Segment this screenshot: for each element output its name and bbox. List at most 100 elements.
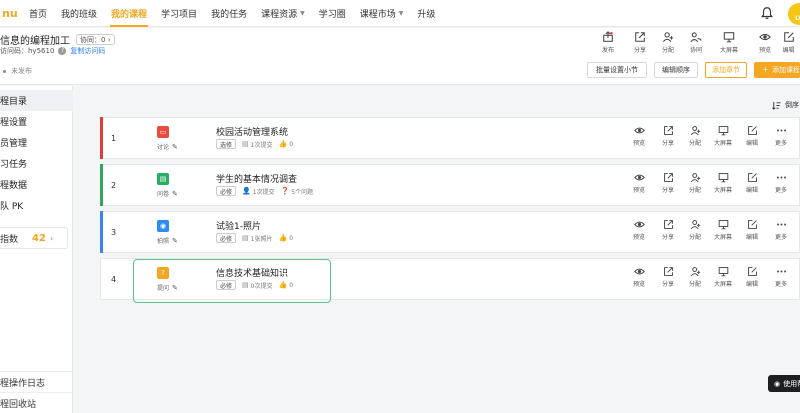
required-badge: 必修 bbox=[216, 233, 237, 243]
card-share-tool[interactable]: 分享 bbox=[654, 266, 682, 288]
card-assign-tool[interactable]: 分配 bbox=[681, 172, 709, 194]
edit-tool[interactable]: 编辑 bbox=[777, 31, 800, 54]
share-tool[interactable]: 分享 bbox=[625, 31, 655, 54]
course-index-card[interactable]: 课程指数 42 › bbox=[0, 227, 68, 249]
card-share-tool[interactable]: 分享 bbox=[654, 125, 682, 147]
card-preview-tool[interactable]: 预览 bbox=[625, 266, 653, 288]
card-edit-tool[interactable]: 编辑 bbox=[738, 266, 766, 288]
copy-access-code-link[interactable]: 复制访问码 bbox=[70, 46, 105, 56]
card-preview-tool[interactable]: 预览 bbox=[625, 219, 653, 241]
batch-settings-button[interactable]: 批量设置小节 bbox=[587, 62, 647, 78]
bell-icon[interactable] bbox=[760, 6, 774, 20]
eye-icon bbox=[625, 172, 653, 183]
share-icon bbox=[654, 172, 682, 183]
card-share-tool[interactable]: 分享 bbox=[654, 219, 682, 241]
more-icon bbox=[767, 266, 795, 277]
nav-home[interactable]: 首页 bbox=[22, 0, 54, 27]
edit-icon bbox=[738, 266, 766, 277]
card-number: 4 bbox=[111, 275, 117, 284]
sidebar-item-tasks[interactable]: 学习任务 bbox=[0, 153, 73, 174]
card-assign-tool[interactable]: 分配 bbox=[681, 219, 709, 241]
card-more-tool[interactable]: 更多 bbox=[767, 219, 795, 241]
questionnaire-icon: ▤ bbox=[157, 173, 169, 185]
card-more-tool[interactable]: 更多 bbox=[767, 266, 795, 288]
assign-tool[interactable]: 分配 bbox=[653, 31, 683, 54]
preview-tool[interactable]: 预览 bbox=[750, 31, 780, 54]
card-preview-tool[interactable]: 预览 bbox=[625, 125, 653, 147]
card-number: 3 bbox=[111, 228, 117, 237]
collab-pill[interactable]: 协同：0 › bbox=[76, 34, 115, 45]
edit-order-button[interactable]: 编辑顺序 bbox=[654, 62, 698, 78]
activity-title[interactable]: 学生的基本情况调查 bbox=[216, 172, 297, 185]
pencil-icon[interactable]: ✎ bbox=[172, 237, 178, 245]
card-big-screen-tool[interactable]: 大屏幕 bbox=[709, 266, 737, 288]
nav-course-resources[interactable]: 课程资源 ▼ bbox=[254, 0, 312, 27]
pencil-icon[interactable]: ✎ bbox=[172, 143, 178, 151]
nav-learning-circle[interactable]: 学习圈 bbox=[312, 0, 353, 27]
sidebar-item-team-pk[interactable]: 团队 PK bbox=[0, 195, 73, 216]
add-chapter-button[interactable]: 添加章节 bbox=[705, 62, 747, 78]
card-big-screen-tool[interactable]: 大屏幕 bbox=[709, 172, 737, 194]
thumbs-up-icon: 👍 bbox=[278, 140, 288, 148]
card-big-screen-tool[interactable]: 大屏幕 bbox=[709, 219, 737, 241]
sidebar-item-data[interactable]: 课程数据 bbox=[0, 174, 73, 195]
sidebar-item-catalog[interactable]: 课程目录 bbox=[0, 90, 73, 111]
course-title: 信息的编程加工 协同：0 › bbox=[0, 32, 115, 47]
eye-icon bbox=[625, 219, 653, 230]
activity-title[interactable]: 校园活动管理系统 bbox=[216, 125, 288, 138]
sidebar-item-recycle-bin[interactable]: 课程回收站 bbox=[0, 392, 73, 413]
monitor-icon bbox=[709, 266, 737, 277]
card-assign-tool[interactable]: 分配 bbox=[681, 266, 709, 288]
activity-type-label: 问卷 ✎ bbox=[157, 189, 178, 199]
card-more-tool[interactable]: 更多 bbox=[767, 125, 795, 147]
nav-upgrade[interactable]: 升级 bbox=[410, 0, 442, 27]
card-tools: 预览 分享 分配 大屏幕 编辑 更多 bbox=[625, 266, 800, 294]
activity-title[interactable]: 试验1-照片 bbox=[216, 219, 261, 232]
access-code-row: 访问码：hy5610 ? 复制访问码 bbox=[0, 46, 106, 56]
top-nav: nu 首页 我的班级 我的课程 学习项目 我的任务 课程资源 ▼ 学习圈 课程市场… bbox=[0, 0, 800, 27]
card-edit-tool[interactable]: 编辑 bbox=[738, 172, 766, 194]
monitor-icon bbox=[709, 219, 737, 230]
card-assign-tool[interactable]: 分配 bbox=[681, 125, 709, 147]
question-circle-icon: ❓ bbox=[280, 187, 290, 195]
reverse-order-toggle[interactable]: 倒序 bbox=[772, 100, 799, 110]
nav-course-market[interactable]: 课程市场 ▼ bbox=[353, 0, 411, 27]
sidebar-item-members[interactable]: 成员管理 bbox=[0, 132, 73, 153]
activity-card[interactable]: 2 ▤ 问卷 ✎ 学生的基本情况调查 必修 👤 1次提交 ❓ 5个问题 预览 分享 分配 大屏幕 编辑 更多 bbox=[100, 164, 800, 206]
sidebar-item-settings[interactable]: 课程设置 bbox=[0, 111, 73, 132]
share-icon bbox=[654, 219, 682, 230]
course-index-value: 42 bbox=[32, 232, 46, 244]
publish-icon bbox=[603, 31, 613, 42]
more-icon bbox=[767, 125, 795, 136]
card-share-tool[interactable]: 分享 bbox=[654, 172, 682, 194]
publish-tool[interactable]: 发布 bbox=[593, 31, 623, 54]
sort-icon bbox=[772, 101, 781, 110]
big-screen-tool[interactable]: 大屏幕 bbox=[714, 31, 744, 54]
nav-my-course[interactable]: 我的课程 bbox=[104, 0, 154, 27]
nav-learning-project[interactable]: 学习项目 bbox=[154, 0, 204, 27]
nav-my-tasks[interactable]: 我的任务 bbox=[204, 0, 254, 27]
assign-user-icon bbox=[681, 125, 709, 136]
collab-tool[interactable]: 协同 bbox=[681, 31, 711, 54]
card-edit-tool[interactable]: 编辑 bbox=[738, 219, 766, 241]
more-icon bbox=[767, 172, 795, 183]
add-activity-button[interactable]: ＋添加课程 bbox=[754, 62, 800, 78]
logo[interactable]: nu bbox=[2, 7, 18, 20]
pencil-icon[interactable]: ✎ bbox=[172, 190, 178, 198]
avatar[interactable]: LV bbox=[788, 3, 800, 25]
share-icon bbox=[654, 125, 682, 136]
card-more-tool[interactable]: 更多 bbox=[767, 172, 795, 194]
activity-card[interactable]: 3 ◉ 拍照 ✎ 试验1-照片 必修 ▤ 1张照片 👍 0 预览 分享 分配 大屏幕 编辑 更多 bbox=[100, 211, 800, 253]
help-icon[interactable]: ? bbox=[58, 47, 67, 55]
usage-help-button[interactable]: ◉使用帮助 bbox=[768, 375, 800, 392]
card-big-screen-tool[interactable]: 大屏幕 bbox=[709, 125, 737, 147]
card-preview-tool[interactable]: 预览 bbox=[625, 172, 653, 194]
card-edit-tool[interactable]: 编辑 bbox=[738, 125, 766, 147]
share-icon bbox=[635, 32, 645, 42]
lightbulb-icon: ◉ bbox=[774, 379, 781, 388]
activity-card[interactable]: 1 ▭ 讨论 ✎ 校园活动管理系统 选修 ▤ 1次提交 👍 0 预览 分享 分配 大屏幕 编辑 更多 bbox=[100, 117, 800, 159]
nav-my-class[interactable]: 我的班级 bbox=[54, 0, 104, 27]
document-icon: ▤ bbox=[242, 234, 249, 242]
sidebar-item-operation-log[interactable]: 课程操作日志 bbox=[0, 371, 73, 392]
card-stripe bbox=[100, 164, 103, 206]
